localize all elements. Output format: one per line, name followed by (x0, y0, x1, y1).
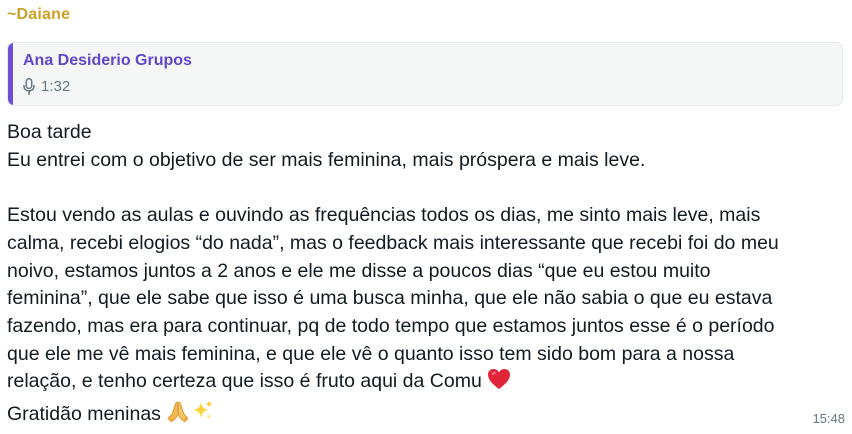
quoted-message[interactable]: Ana Desiderio Grupos 1:32 (7, 42, 843, 106)
sparkles-icon (190, 399, 214, 432)
message-line: Eu entrei com o objetivo de ser mais fem… (7, 148, 646, 171)
quoted-audio-meta: 1:32 (23, 78, 70, 95)
message-line: feminina”, que ele sabe que isso é uma b… (7, 287, 773, 310)
message-line: calma, recebi elogios “do nada”, mas o f… (7, 231, 779, 254)
message-line: Boa tarde (7, 121, 92, 143)
microphone-icon (23, 78, 35, 95)
message-line: fazendo, mas era para continuar, pq de t… (7, 314, 775, 337)
audio-duration: 1:32 (41, 78, 71, 95)
sender-name[interactable]: ~Daiane (7, 6, 70, 24)
red-heart-icon (487, 368, 511, 399)
message-text: Boa tarde Eu entrei com o objetivo de se… (7, 119, 797, 432)
message-timestamp: 15:48 (812, 411, 845, 426)
quote-accent-bar (8, 43, 13, 105)
quoted-author: Ana Desiderio Grupos (23, 52, 192, 69)
message-line: noivo, estamos juntos a 2 anos e ele me … (7, 259, 711, 282)
message-line: Estou vendo as aulas e ouvindo as frequê… (7, 204, 761, 227)
message-line-with-emoji: relação, e tenho certeza que isso é frut… (7, 368, 797, 399)
message-line-with-emoji: Gratidão meninas (7, 399, 797, 432)
message-line-text: relação, e tenho certeza que isso é frut… (7, 370, 482, 393)
message-line-text: Gratidão meninas (7, 403, 161, 426)
folded-hands-icon (166, 399, 190, 432)
message-line: que ele me vê mais feminina, e que ele v… (7, 342, 735, 365)
